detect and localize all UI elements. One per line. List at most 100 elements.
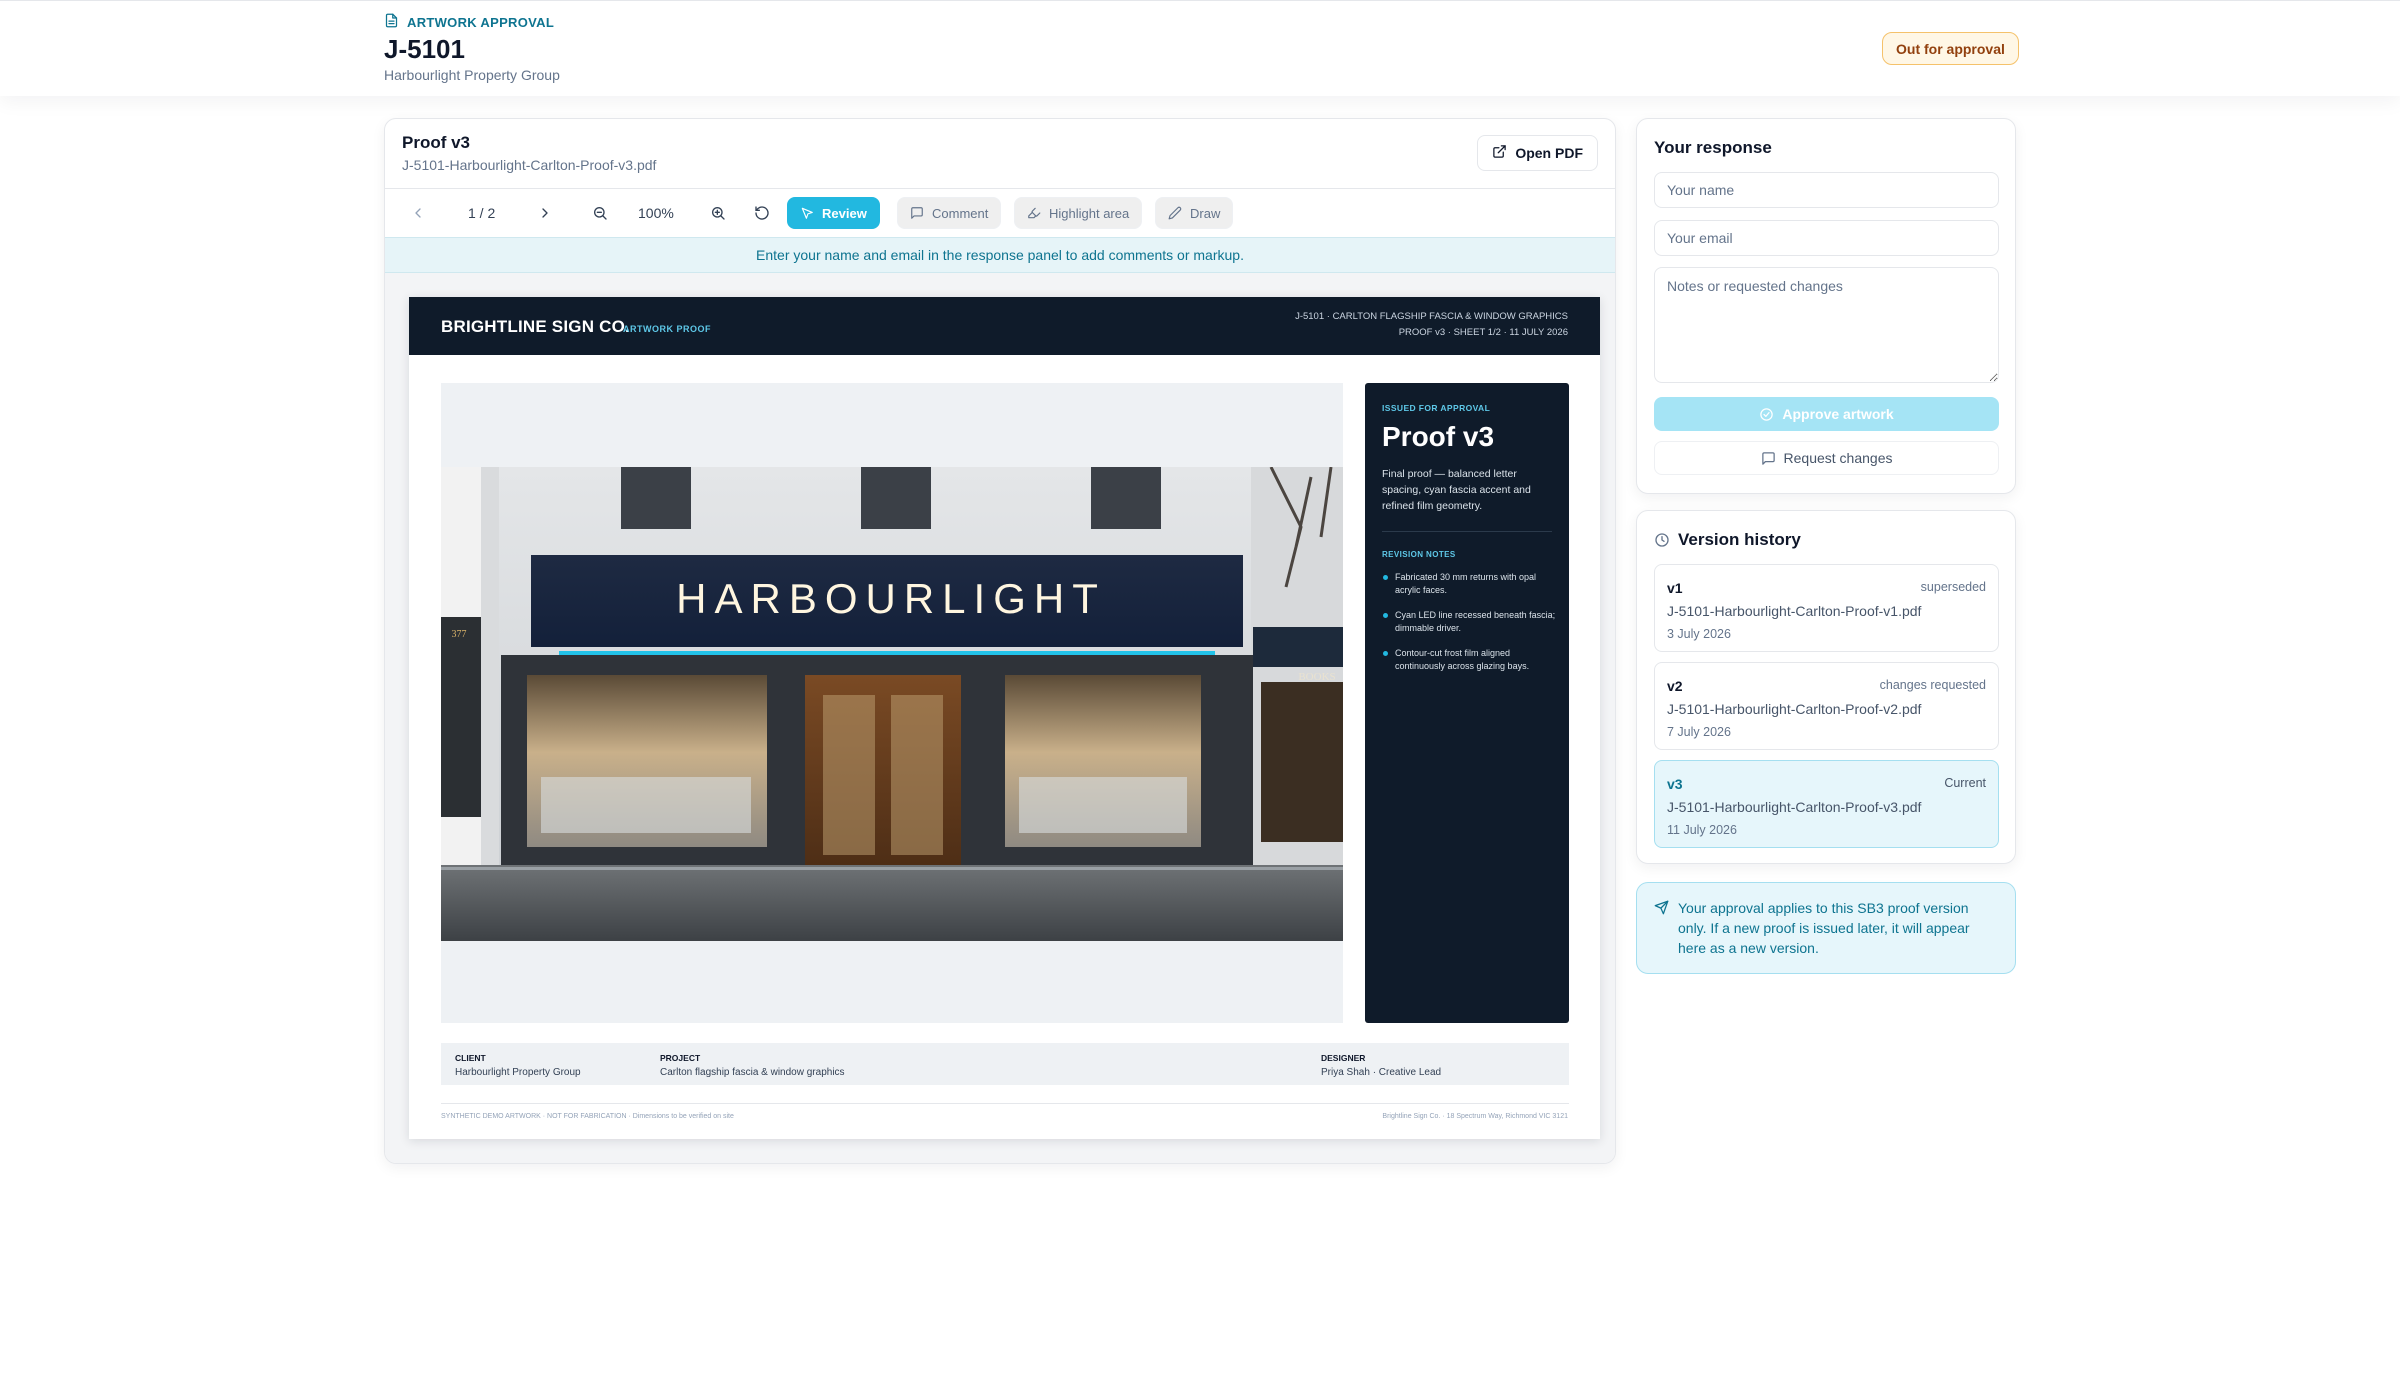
client-name: Harbourlight Property Group [384, 67, 560, 83]
name-field[interactable] [1654, 172, 1999, 208]
revision-notes-title: REVISION NOTES [1382, 550, 1456, 559]
tool-draw-label: Draw [1190, 205, 1221, 221]
tool-comment-label: Comment [932, 205, 989, 221]
version-date: 3 July 2026 [1667, 627, 1731, 641]
response-panel: Your response Approve artwork Request ch… [1636, 118, 2016, 494]
version-status: superseded [1920, 580, 1986, 594]
notes-field[interactable] [1654, 267, 1999, 383]
sheet-footer-left: SYNTHETIC DEMO ARTWORK · NOT FOR FABRICA… [441, 1113, 734, 1120]
zoom-in-icon [712, 207, 725, 220]
version-history: Version history v1 superseded J-5101-Har… [1636, 510, 2016, 864]
approve-label: Approve artwork [1782, 406, 1894, 422]
external-link-icon [1492, 144, 1507, 162]
zoom-level: 100% [638, 205, 674, 221]
tool-highlight-label: Highlight area [1049, 205, 1130, 221]
reset-zoom-button[interactable] [750, 201, 774, 225]
storefront-image: HARBOURLIGHT BOOKS 377 [441, 467, 1343, 941]
proof-filename: J-5101-Harbourlight-Carlton-Proof-v3.pdf [402, 157, 657, 173]
version-item-v3[interactable]: v3 Current J-5101-Harbourlight-Carlton-P… [1654, 760, 1999, 848]
client-label: CLIENT [455, 1053, 486, 1063]
version-file: J-5101-Harbourlight-Carlton-Proof-v1.pdf [1667, 603, 1922, 619]
zoom-out-button[interactable] [588, 201, 612, 225]
tool-comment[interactable]: Comment [897, 197, 1002, 229]
tool-highlight[interactable]: Highlight area [1014, 197, 1143, 229]
approve-artwork-button[interactable]: Approve artwork [1654, 397, 1999, 431]
version-item-v1[interactable]: v1 superseded J-5101-Harbourlight-Carlto… [1654, 564, 1999, 652]
chevron-left-icon [415, 208, 421, 218]
send-icon [1654, 900, 1669, 920]
panel-description: Final proof — balanced letter spacing, c… [1382, 468, 1531, 512]
version-label: v3 [1667, 776, 1683, 792]
revision-note: Contour-cut frost film aligned continuou… [1382, 647, 1557, 673]
artwork-frame: HARBOURLIGHT BOOKS 377 [441, 383, 1343, 1023]
revision-note: Fabricated 30 mm returns with opal acryl… [1382, 571, 1557, 597]
sheet-footer-right: Brightline Sign Co. · 18 Spectrum Way, R… [1382, 1113, 1568, 1120]
version-label: v1 [1667, 580, 1683, 596]
designer-value: Priya Shah · Creative Lead [1321, 1067, 1442, 1078]
clock-icon [1655, 533, 1669, 547]
request-label: Request changes [1783, 450, 1893, 466]
check-circle-icon [1760, 407, 1774, 421]
sheet-meta-line1: J-5101 · CARLTON FLAGSHIP FASCIA & WINDO… [1295, 311, 1568, 322]
next-page-button[interactable] [533, 201, 557, 225]
proof-info-panel: ISSUED FOR APPROVAL Proof v3 Final proof… [1365, 383, 1569, 1023]
version-item-v2[interactable]: v2 changes requested J-5101-Harbourlight… [1654, 662, 1999, 750]
version-label: v2 [1667, 678, 1683, 694]
version-history-title: Version history [1678, 530, 1801, 549]
panel-title: Proof v3 [1382, 421, 1495, 452]
pencil-icon [1168, 206, 1182, 220]
revision-note: Cyan LED line recessed beneath fascia; d… [1382, 609, 1557, 635]
project-value: Carlton flagship fascia & window graphic… [660, 1067, 845, 1078]
sheet-header: BRIGHTLINE SIGN CO. ARTWORK PROOF J-5101… [409, 297, 1600, 355]
open-pdf-label: Open PDF [1515, 145, 1583, 161]
proof-viewer: Proof v3 J-5101-Harbourlight-Carlton-Pro… [384, 118, 1616, 1164]
header-eyebrow: ARTWORK APPROVAL [384, 13, 554, 31]
revision-notes-list: Fabricated 30 mm returns with opal acryl… [1382, 571, 1557, 685]
client-value: Harbourlight Property Group [455, 1067, 581, 1078]
version-status: Current [1944, 776, 1986, 790]
tool-review[interactable]: Review [787, 197, 880, 229]
sheet-info-strip: CLIENT Harbourlight Property Group PROJE… [441, 1043, 1569, 1085]
neighbour-sign-text: BOOKS [1298, 671, 1335, 683]
sheet-divider [441, 1103, 1569, 1104]
version-file: J-5101-Harbourlight-Carlton-Proof-v2.pdf [1667, 701, 1922, 717]
panel-divider [1382, 531, 1552, 532]
zoom-in-button[interactable] [706, 201, 730, 225]
status-badge: Out for approval [1882, 32, 2019, 65]
viewer-header: Proof v3 J-5101-Harbourlight-Carlton-Pro… [385, 119, 1615, 189]
project-label: PROJECT [660, 1053, 701, 1063]
version-file: J-5101-Harbourlight-Carlton-Proof-v3.pdf [1667, 799, 1922, 815]
highlighter-icon [1028, 207, 1041, 219]
request-changes-button[interactable]: Request changes [1654, 441, 1999, 475]
chevron-right-icon [542, 208, 548, 218]
document-icon [384, 13, 399, 31]
page-title: J-5101 [384, 34, 465, 64]
brand-tag: ARTWORK PROOF [623, 324, 711, 334]
panel-eyebrow: ISSUED FOR APPROVAL [1382, 403, 1491, 413]
notice-text: Your approval applies to this SB3 proof … [1678, 900, 1970, 956]
designer-label: DESIGNER [1321, 1053, 1366, 1063]
previous-page-button[interactable] [406, 201, 430, 225]
version-status: changes requested [1879, 678, 1986, 692]
tool-review-label: Review [822, 205, 867, 221]
header-eyebrow-text: ARTWORK APPROVAL [407, 14, 555, 30]
document-canvas[interactable]: BRIGHTLINE SIGN CO. ARTWORK PROOF J-5101… [385, 273, 1615, 1163]
viewer-toolbar: 1 / 2 100% Review Comment Highlight area [385, 189, 1615, 237]
app-header: ARTWORK APPROVAL J-5101 Harbourlight Pro… [0, 0, 2400, 96]
version-date: 11 July 2026 [1667, 823, 1737, 837]
version-history-header: Version history [1654, 530, 1801, 550]
sheet-meta-line2: PROOF v3 · SHEET 1/2 · 11 JULY 2026 [1398, 327, 1568, 338]
response-title: Your response [1654, 138, 1772, 157]
tool-draw[interactable]: Draw [1155, 197, 1234, 229]
rotate-ccw-icon [755, 206, 769, 220]
brand-name: BRIGHTLINE SIGN CO. [441, 317, 630, 336]
proof-title: Proof v3 [402, 133, 471, 152]
approval-notice: Your approval applies to this SB3 proof … [1636, 882, 2016, 974]
email-field[interactable] [1654, 220, 1999, 256]
version-date: 7 July 2026 [1667, 725, 1731, 739]
info-banner: Enter your name and email in the respons… [385, 237, 1615, 273]
zoom-out-icon [594, 207, 607, 220]
fascia-sign-text: HARBOURLIGHT [676, 575, 1106, 622]
cursor-icon [801, 207, 813, 219]
open-pdf-button[interactable]: Open PDF [1477, 135, 1598, 171]
